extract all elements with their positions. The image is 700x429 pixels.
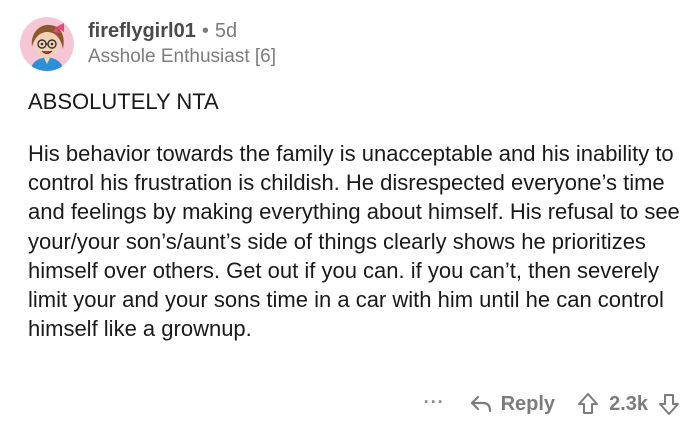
comment-meta: fireflygirl01 • 5d Asshole Enthusiast [6… — [88, 19, 276, 69]
upvote-arrow-icon[interactable] — [577, 392, 599, 416]
user-flair: Asshole Enthusiast [6] — [88, 46, 276, 67]
comment-age[interactable]: 5d — [215, 19, 237, 43]
downvote-arrow-icon[interactable] — [658, 392, 680, 416]
comment-header: fireflygirl01 • 5d Asshole Enthusiast [6… — [20, 16, 276, 72]
reply-label: Reply — [500, 392, 556, 415]
vote-score: 2.3k — [609, 392, 648, 415]
username-link[interactable]: fireflygirl01 — [88, 19, 196, 43]
avatar-cartoon-girl-icon — [20, 17, 74, 71]
comment-body: His behavior towards the family is unacc… — [28, 141, 680, 342]
comment-headline: ABSOLUTELY NTA — [28, 89, 219, 114]
comment-actions: ··· Reply 2.3k — [418, 386, 680, 422]
reply-button[interactable]: Reply — [469, 393, 555, 416]
vote-controls: 2.3k — [577, 392, 680, 416]
comment: fireflygirl01 • 5d Asshole Enthusiast [6… — [0, 0, 700, 429]
reply-arrow-icon — [469, 393, 501, 415]
user-avatar[interactable] — [20, 17, 74, 71]
more-options-button[interactable]: ··· — [418, 392, 451, 412]
meta-separator: • — [201, 20, 209, 42]
meta-top-row: fireflygirl01 • 5d — [88, 19, 276, 43]
